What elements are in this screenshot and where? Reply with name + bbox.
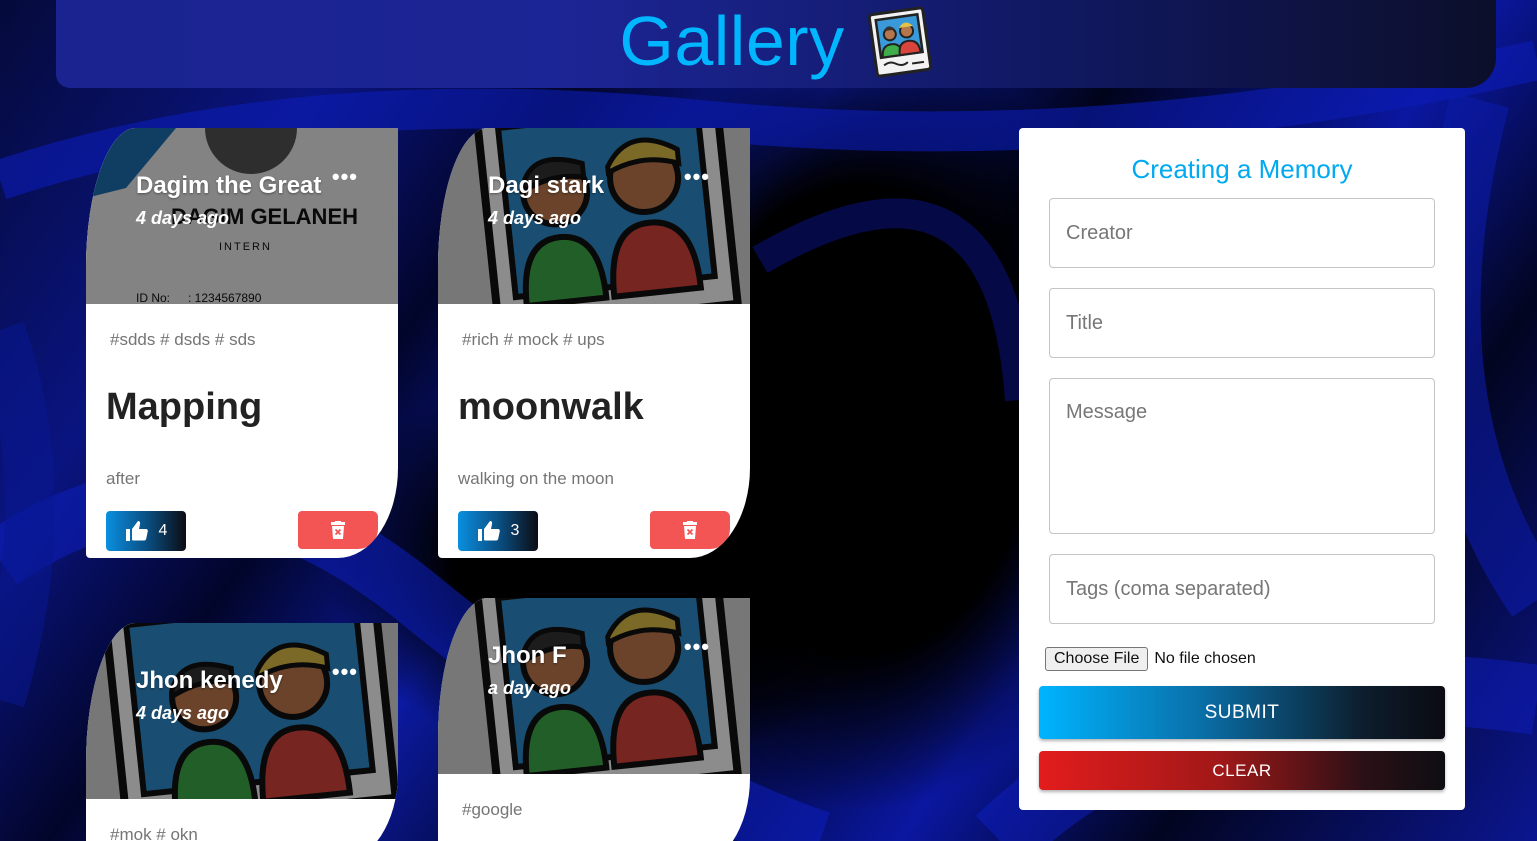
choose-file-button[interactable]: Choose File <box>1045 647 1149 671</box>
card-creator: Dagi stark <box>488 172 605 199</box>
memory-card: Jhon F a day ago ••• #google <box>438 598 750 841</box>
tags-input[interactable] <box>1049 554 1435 624</box>
card-actions: 3 <box>438 489 750 551</box>
thumbs-up-icon <box>125 521 148 541</box>
file-status: No file chosen <box>1154 650 1256 667</box>
more-options-icon[interactable]: ••• <box>684 634 710 660</box>
card-message: walking on the moon <box>458 469 614 488</box>
card-title: moonwalk <box>458 386 644 428</box>
image-overlay <box>438 598 750 774</box>
photo-logo-icon <box>867 6 932 78</box>
app-header: Gallery <box>56 0 1496 88</box>
card-timestamp: 4 days ago <box>136 703 230 723</box>
card-message: after <box>106 469 141 488</box>
card-tags: #google <box>462 800 523 819</box>
card-tags: #sdds # dsds # sds <box>110 330 256 349</box>
card-creator: Dagim the Great <box>136 172 322 199</box>
card-image: Jhon F a day ago ••• <box>438 598 750 774</box>
more-options-icon[interactable]: ••• <box>684 164 710 190</box>
submit-button[interactable]: SUBMIT <box>1039 686 1445 739</box>
like-count: 4 <box>158 522 168 539</box>
card-image: Jhon kenedy 4 days ago ••• <box>86 623 398 799</box>
form-title: Creating a Memory <box>1131 154 1353 184</box>
delete-button[interactable] <box>650 511 730 549</box>
more-options-icon[interactable]: ••• <box>332 659 358 685</box>
card-tags: #mok # okn <box>110 825 198 841</box>
card-image: Dagi stark 4 days ago ••• <box>438 128 750 304</box>
clear-button[interactable]: CLEAR <box>1039 751 1445 790</box>
card-image: DAGIM GELANEH INTERN ID No: : 1234567890… <box>86 128 398 304</box>
delete-icon <box>331 521 345 539</box>
app-title: Gallery <box>619 2 845 80</box>
card-creator: Jhon F <box>488 642 567 669</box>
image-overlay <box>86 128 398 304</box>
like-button[interactable]: 3 <box>458 511 538 551</box>
card-timestamp: 4 days ago <box>488 208 582 228</box>
card-title: Mapping <box>106 386 263 428</box>
like-button[interactable]: 4 <box>106 511 186 551</box>
title-input[interactable] <box>1049 288 1435 358</box>
image-overlay <box>438 128 750 304</box>
card-timestamp: a day ago <box>488 678 572 698</box>
card-creator: Jhon kenedy <box>136 667 283 694</box>
card-actions: 4 <box>86 489 398 551</box>
more-options-icon[interactable]: ••• <box>332 164 358 190</box>
card-tags: #rich # mock # ups <box>462 330 605 349</box>
delete-button[interactable] <box>298 511 378 549</box>
creator-input[interactable] <box>1049 198 1435 268</box>
memory-card: DAGIM GELANEH INTERN ID No: : 1234567890… <box>86 128 398 558</box>
memory-form: Creating a Memory Choose File No file ch… <box>1019 128 1465 810</box>
delete-icon <box>683 521 697 539</box>
like-count: 3 <box>510 522 520 539</box>
image-overlay <box>86 623 398 799</box>
memory-card: Dagi stark 4 days ago ••• #rich # mock #… <box>438 128 750 558</box>
message-input[interactable] <box>1049 378 1435 534</box>
card-timestamp: 4 days ago <box>136 208 230 228</box>
memory-card: Jhon kenedy 4 days ago ••• #mok # okn <box>86 623 398 841</box>
thumbs-up-icon <box>477 521 500 541</box>
file-upload: Choose File No file chosen <box>1045 647 1256 671</box>
